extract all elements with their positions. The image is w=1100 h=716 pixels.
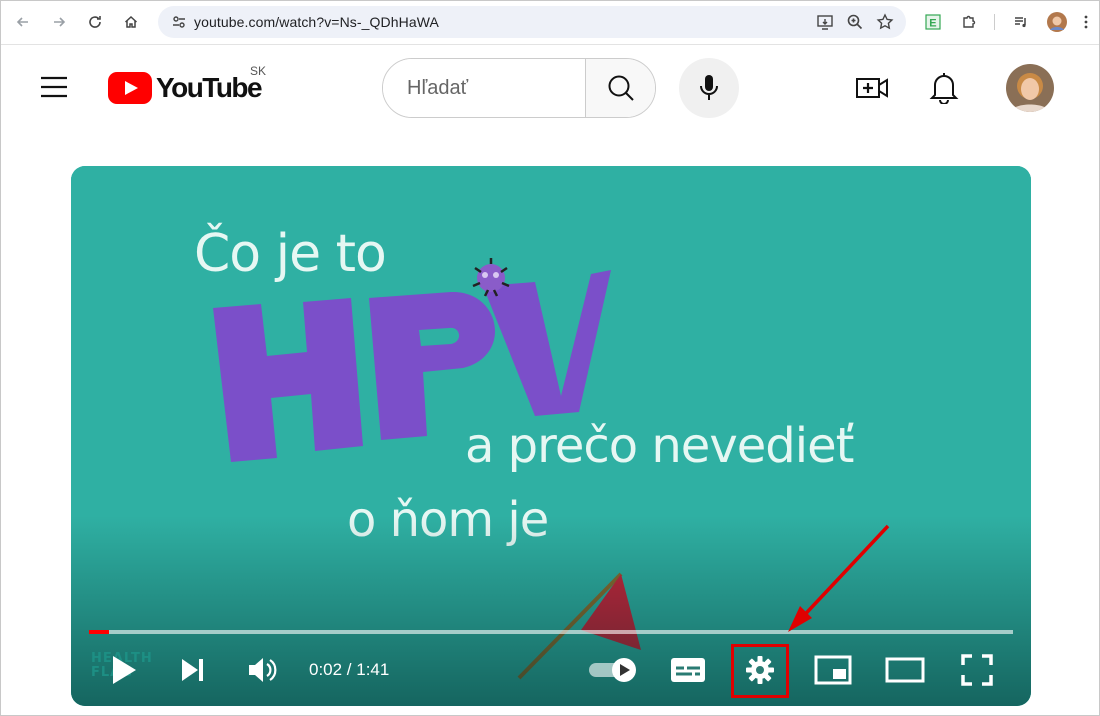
browser-menu-button[interactable] xyxy=(1076,9,1096,35)
forward-button[interactable] xyxy=(46,9,72,35)
skip-next-icon xyxy=(182,659,203,681)
autoplay-toggle-icon xyxy=(589,658,636,682)
miniplayer-icon xyxy=(814,655,852,685)
svg-text:E: E xyxy=(929,18,936,30)
time-display: 0:02 / 1:41 xyxy=(309,660,390,679)
logo-text: YouTube xyxy=(156,72,263,103)
volume-icon xyxy=(249,658,277,682)
reload-button[interactable] xyxy=(82,9,108,35)
voice-search-button[interactable] xyxy=(679,58,739,118)
reload-icon xyxy=(89,16,101,28)
playlist-icon xyxy=(1015,17,1026,28)
profile-button[interactable] xyxy=(1044,9,1070,35)
profile-avatar-icon xyxy=(1047,12,1067,32)
fullscreen-button[interactable] xyxy=(955,648,999,692)
country-code: SK xyxy=(250,64,267,78)
volume-button[interactable] xyxy=(243,648,283,692)
url-text: youtube.com/watch?v=Ns-_QDhHaWA xyxy=(194,14,439,30)
progress-played xyxy=(89,630,110,634)
youtube-logo[interactable]: YouTube xyxy=(108,72,263,104)
extension-e-button[interactable]: E xyxy=(920,9,946,35)
hamburger-menu-icon[interactable] xyxy=(40,76,68,98)
subtitles-button[interactable] xyxy=(665,648,711,692)
zoom-icon[interactable] xyxy=(844,11,866,33)
site-info-icon[interactable] xyxy=(164,14,194,30)
arrow-left-icon xyxy=(16,17,28,27)
search-input[interactable] xyxy=(383,59,585,117)
subtitles-icon xyxy=(671,658,705,682)
puzzle-icon xyxy=(963,15,976,28)
video-title-line2: a prečo nevedieť xyxy=(465,418,854,474)
play-button[interactable] xyxy=(107,648,141,692)
extension-e-icon: E xyxy=(925,14,941,30)
miniplayer-button[interactable] xyxy=(811,648,855,692)
home-icon xyxy=(124,15,138,28)
gear-icon xyxy=(746,656,774,684)
youtube-header: YouTube SK xyxy=(0,44,1100,134)
theater-mode-icon xyxy=(885,657,925,683)
settings-button[interactable] xyxy=(739,648,781,692)
theater-mode-button[interactable] xyxy=(883,648,927,692)
install-app-icon[interactable] xyxy=(814,11,836,33)
extensions-button[interactable] xyxy=(956,9,982,35)
bookmark-star-icon[interactable] xyxy=(874,11,896,33)
back-button[interactable] xyxy=(10,9,36,35)
more-vertical-icon xyxy=(1084,15,1088,29)
create-video-icon[interactable] xyxy=(855,72,889,104)
youtube-play-logo-icon xyxy=(108,72,152,104)
play-icon xyxy=(113,656,136,684)
autoplay-toggle[interactable] xyxy=(585,648,641,692)
microphone-icon xyxy=(700,75,718,100)
browser-toolbar: youtube.com/watch?v=Ns-_QDhHaWA E xyxy=(0,0,1100,45)
fullscreen-icon xyxy=(961,654,993,686)
arrow-right-icon xyxy=(54,17,66,27)
address-bar[interactable]: youtube.com/watch?v=Ns-_QDhHaWA xyxy=(158,6,906,38)
annotation-arrow xyxy=(788,524,890,632)
toolbar-divider xyxy=(994,14,995,30)
search-box xyxy=(382,58,656,118)
user-avatar-icon xyxy=(1006,64,1054,112)
notifications-bell-icon[interactable] xyxy=(928,70,960,104)
home-button[interactable] xyxy=(118,9,144,35)
media-control-button[interactable] xyxy=(1008,9,1034,35)
search-button[interactable] xyxy=(585,59,655,117)
account-avatar[interactable] xyxy=(1006,64,1054,112)
search-icon xyxy=(608,75,634,101)
next-button[interactable] xyxy=(175,648,209,692)
